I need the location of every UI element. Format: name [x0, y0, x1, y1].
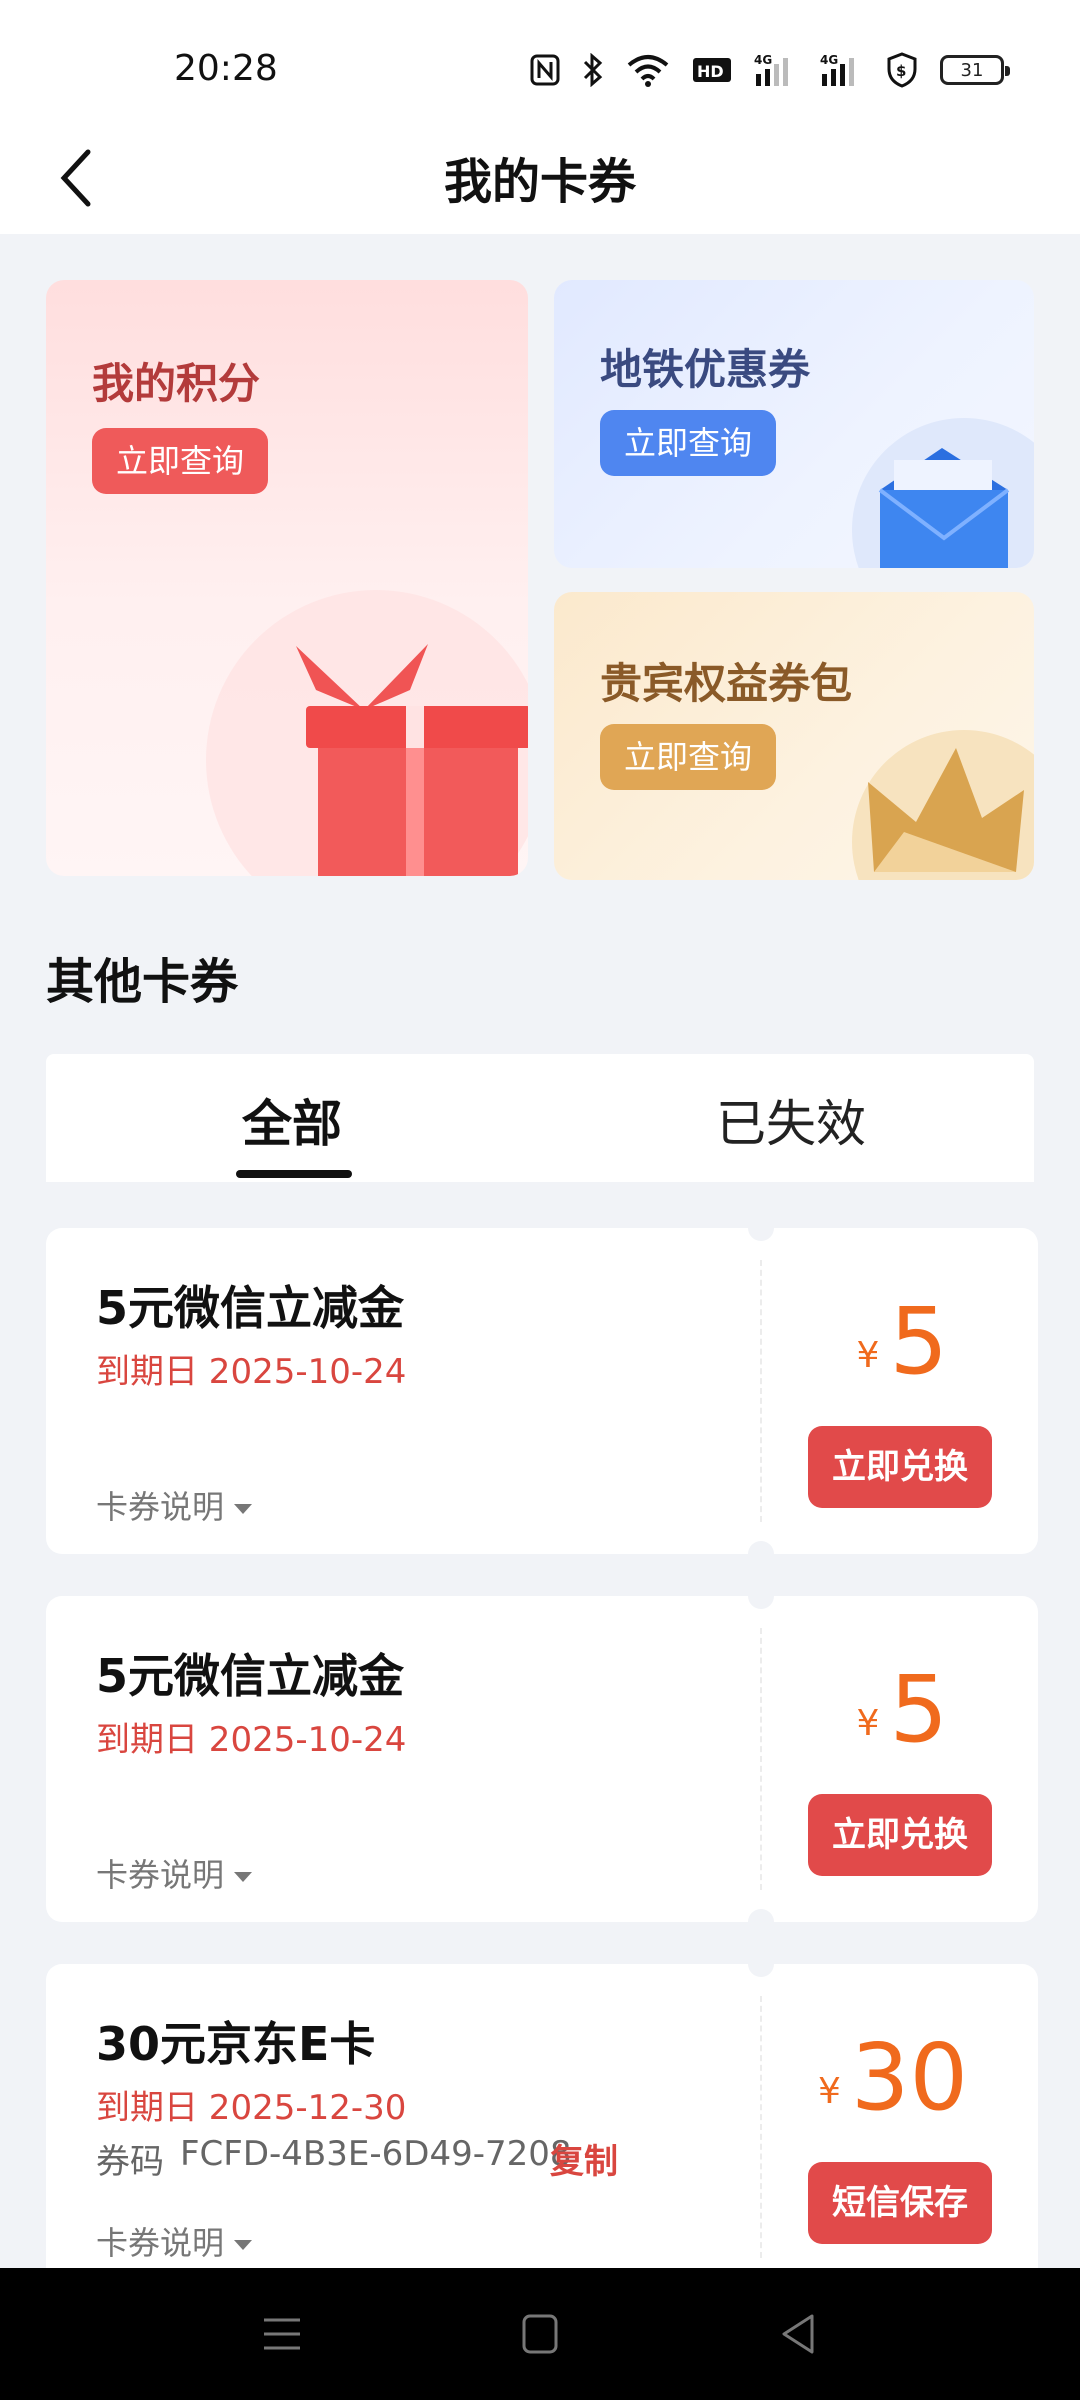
- coupon-expiry: 到期日 2025-10-24: [96, 1720, 407, 1760]
- status-bar: 20:28 HD 4G 4G $ 31: [0, 0, 1080, 140]
- currency-symbol: ¥: [856, 1703, 880, 1744]
- page-title: 我的卡券: [443, 154, 636, 210]
- coupon-expiry: 到期日 2025-12-30: [96, 2088, 407, 2128]
- coupon-name: 5元微信立减金: [96, 1649, 405, 1703]
- svg-text:$: $: [896, 62, 906, 80]
- svg-text:4G: 4G: [754, 53, 772, 67]
- coupon-expiry: 到期日 2025-10-24: [96, 1352, 407, 1392]
- vip-benefits-card[interactable]: 贵宾权益券包 立即查询: [554, 592, 1034, 880]
- section-title: 其他卡券: [46, 954, 239, 1010]
- hd-icon: HD: [693, 58, 731, 82]
- coupon-price: ¥5: [857, 1656, 948, 1763]
- home-icon[interactable]: [520, 2312, 560, 2356]
- redeem-button[interactable]: 立即兑换: [808, 1794, 992, 1876]
- wifi-icon: [627, 55, 669, 87]
- points-card[interactable]: 我的积分 立即查询: [46, 280, 528, 876]
- status-icons: HD 4G 4G $ 31: [530, 50, 1010, 90]
- tab-all[interactable]: 全部: [242, 1084, 342, 1156]
- nfc-icon: [530, 54, 560, 86]
- coupon-card: 5元微信立减金 到期日 2025-10-24 卡券说明 ¥5 立即兑换: [46, 1215, 1038, 1567]
- crown-icon: [852, 730, 1034, 880]
- coupon-divider: [760, 1628, 762, 1890]
- coupon-description-toggle[interactable]: 卡券说明: [96, 1482, 253, 1528]
- metro-card-title: 地铁优惠券: [600, 345, 811, 394]
- coupon-amount: 5: [889, 1656, 948, 1763]
- points-card-title: 我的积分: [92, 359, 261, 408]
- coupon-notch: [748, 1215, 774, 1241]
- coupon-name: 5元微信立减金: [96, 1281, 405, 1335]
- coupon-divider: [760, 1996, 762, 2258]
- coupon-tabs: 全部 已失效: [46, 1054, 1034, 1182]
- vip-card-title: 贵宾权益券包: [600, 659, 853, 708]
- points-query-button[interactable]: 立即查询: [92, 428, 269, 494]
- coupon-amount: 30: [850, 2024, 968, 2131]
- menu-icon[interactable]: [262, 2312, 302, 2356]
- caret-down-icon: [234, 2240, 253, 2250]
- sms-save-button[interactable]: 短信保存: [808, 2162, 992, 2244]
- currency-symbol: ¥: [818, 2071, 841, 2112]
- signal-4g-icon-2: 4G: [820, 53, 854, 86]
- coupon-code: FCFD-4B3E-6D49-7208: [180, 2134, 572, 2174]
- currency-symbol: ¥: [856, 1335, 880, 1376]
- copy-code-button[interactable]: 复制: [550, 2134, 618, 2183]
- coupon-description-toggle[interactable]: 卡券说明: [96, 2218, 253, 2264]
- bluetooth-icon: [583, 53, 603, 87]
- coupon-description-label: 卡券说明: [96, 2224, 225, 2262]
- coupon-price: ¥30: [818, 2024, 968, 2131]
- tab-expired[interactable]: 已失效: [716, 1084, 866, 1156]
- coupon-card: 5元微信立减金 到期日 2025-10-24 卡券说明 ¥5 立即兑换: [46, 1583, 1038, 1935]
- coupon-code-label: 券码: [96, 2142, 164, 2182]
- system-nav-bar: [0, 2268, 1080, 2400]
- coupon-notch: [748, 1541, 774, 1567]
- coupon-amount: 5: [889, 1288, 948, 1395]
- signal-4g-icon: 4G: [754, 53, 788, 86]
- vip-query-button[interactable]: 立即查询: [600, 724, 777, 790]
- gift-icon: [206, 590, 528, 876]
- coupon-notch: [748, 1909, 774, 1935]
- coupon-description-label: 卡券说明: [96, 1856, 225, 1894]
- header: 我的卡券: [0, 120, 1080, 234]
- svg-text:4G: 4G: [820, 53, 838, 67]
- coupon-price: ¥5: [857, 1288, 948, 1395]
- battery-level: 31: [960, 59, 984, 81]
- metro-query-button[interactable]: 立即查询: [600, 410, 777, 476]
- coupon-description-toggle[interactable]: 卡券说明: [96, 1850, 253, 1896]
- battery-icon: 31: [940, 55, 1010, 85]
- coupon-name: 30元京东E卡: [96, 2017, 376, 2071]
- coupon-notch: [748, 1951, 774, 1977]
- back-triangle-icon[interactable]: [778, 2312, 818, 2356]
- coupon-divider: [760, 1260, 762, 1522]
- svg-text:HD: HD: [697, 62, 724, 81]
- status-time: 20:28: [174, 48, 278, 89]
- caret-down-icon: [234, 1504, 253, 1514]
- active-tab-indicator: [236, 1170, 352, 1178]
- caret-down-icon: [234, 1872, 253, 1882]
- coupon-description-label: 卡券说明: [96, 1488, 225, 1526]
- coupon-card: 30元京东E卡 到期日 2025-12-30 券码 FCFD-4B3E-6D49…: [46, 1951, 1038, 2290]
- envelope-icon: [852, 418, 1034, 568]
- metro-coupon-card[interactable]: 地铁优惠券 立即查询: [554, 280, 1034, 568]
- redeem-button[interactable]: 立即兑换: [808, 1426, 992, 1508]
- shield-dollar-icon: $: [887, 52, 917, 88]
- coupon-notch: [748, 1583, 774, 1609]
